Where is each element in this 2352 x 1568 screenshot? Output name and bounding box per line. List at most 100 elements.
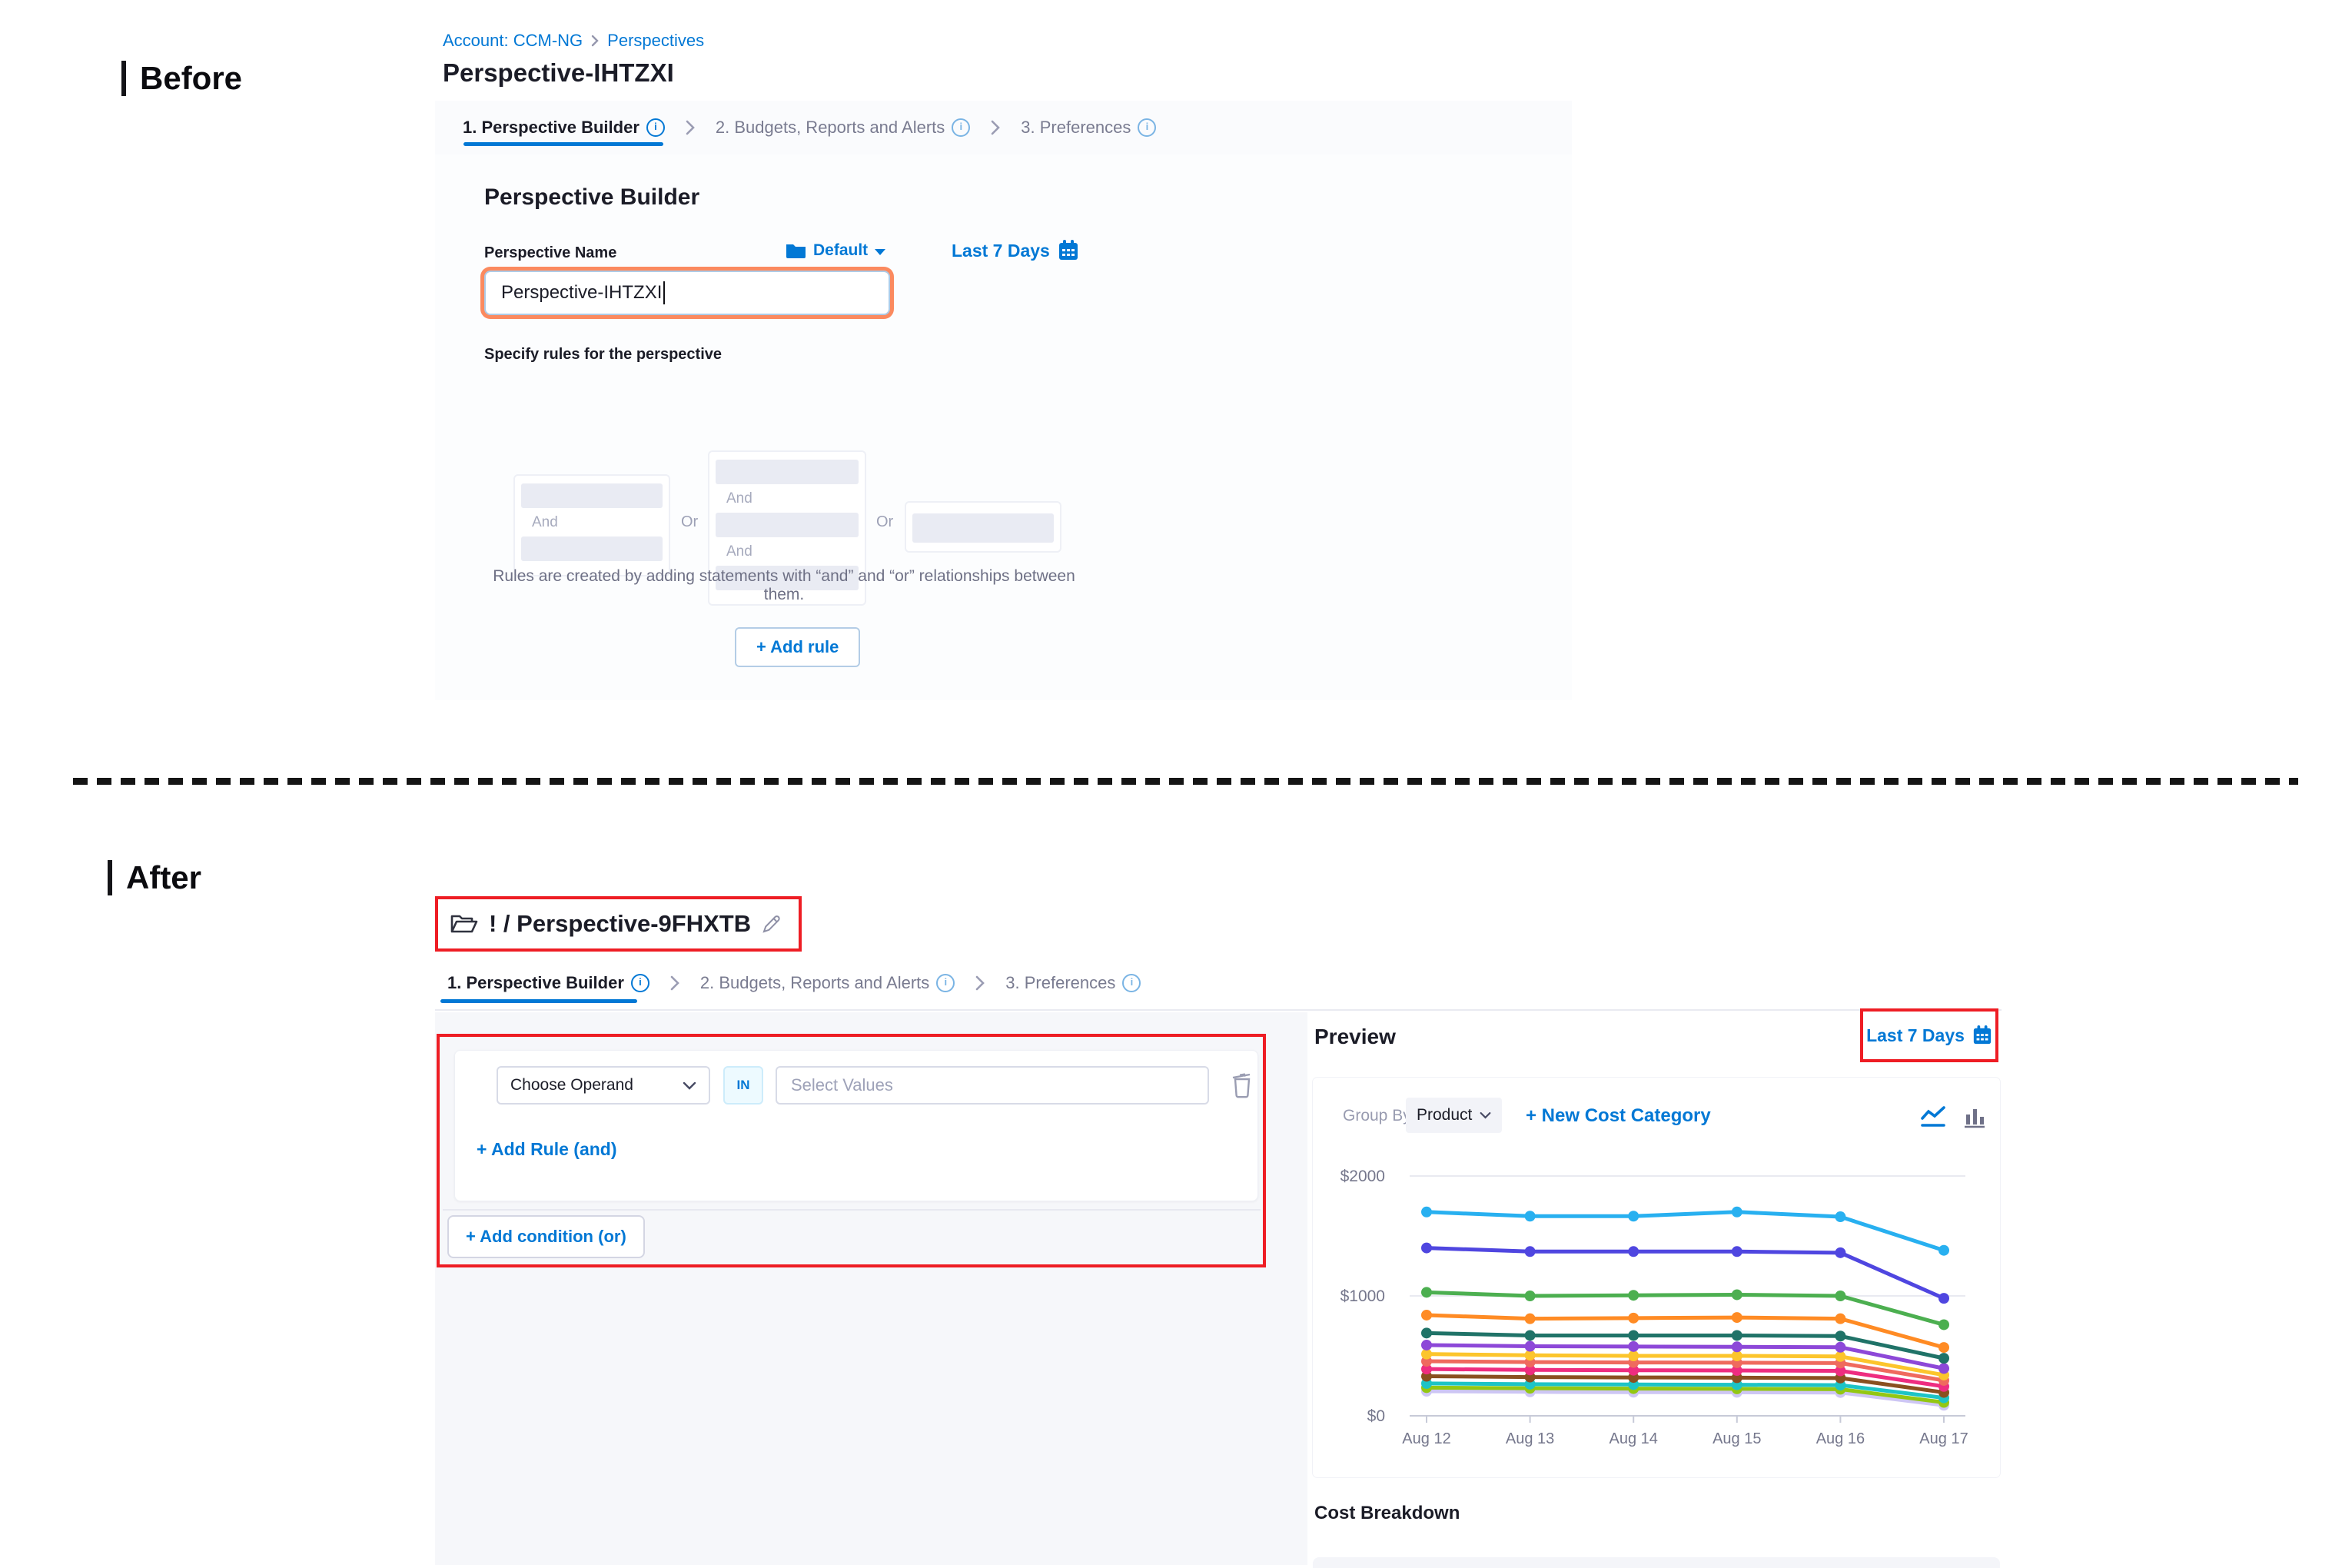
svg-text:Aug 14: Aug 14 bbox=[1610, 1430, 1658, 1447]
placeholder-bar bbox=[521, 537, 663, 561]
operator-chip[interactable]: IN bbox=[723, 1066, 763, 1105]
edit-pencil-icon[interactable] bbox=[762, 914, 782, 934]
new-cost-category-link[interactable]: + New Cost Category bbox=[1526, 1105, 1711, 1127]
folder-open-icon bbox=[450, 913, 478, 935]
tab-label: 3. Preferences bbox=[1021, 118, 1131, 138]
chevron-right-icon bbox=[975, 975, 985, 992]
operand-select[interactable]: Choose Operand bbox=[497, 1066, 710, 1105]
active-tab-underline bbox=[463, 142, 663, 146]
or-label: Or bbox=[681, 513, 698, 531]
chevron-right-icon bbox=[685, 119, 696, 136]
text-caret bbox=[663, 281, 665, 304]
page-title: Perspective-IHTZXI bbox=[443, 58, 674, 88]
svg-text:Aug 13: Aug 13 bbox=[1506, 1430, 1554, 1447]
add-rule-and-link[interactable]: + Add Rule (and) bbox=[477, 1139, 617, 1160]
wizard-tabbar: 1. Perspective Builder 2. Budgets, Repor… bbox=[435, 101, 1572, 154]
tab-label: 1. Perspective Builder bbox=[463, 118, 639, 138]
chevron-right-icon bbox=[669, 975, 680, 992]
and-label: And bbox=[716, 539, 859, 564]
tab-label: 3. Preferences bbox=[1005, 973, 1115, 993]
group-by-label: Group By bbox=[1343, 1107, 1411, 1125]
svg-text:Aug 15: Aug 15 bbox=[1713, 1430, 1761, 1447]
breadcrumb: Account: CCM-NG Perspectives bbox=[443, 31, 704, 51]
info-icon[interactable] bbox=[646, 118, 665, 137]
date-range-annotation-box: Last 7 Days bbox=[1860, 1008, 1998, 1062]
line-chart-icon[interactable] bbox=[1920, 1105, 1946, 1128]
before-section-label: Before bbox=[121, 60, 242, 97]
perspective-name-input-value: Perspective-IHTZXI bbox=[501, 282, 662, 304]
folder-icon bbox=[786, 242, 806, 259]
svg-text:Aug 12: Aug 12 bbox=[1402, 1430, 1450, 1447]
after-perspective-title[interactable]: ! / Perspective-9FHXTB bbox=[489, 910, 751, 938]
tab-preferences[interactable]: 3. Preferences bbox=[1021, 118, 1156, 138]
after-title-annotation-box: ! / Perspective-9FHXTB bbox=[435, 896, 802, 952]
label-bar bbox=[121, 61, 126, 96]
folder-selector[interactable]: Default bbox=[786, 241, 885, 260]
before-date-range-picker[interactable]: Last 7 Days bbox=[952, 240, 1079, 261]
group-by-value: Product bbox=[1417, 1106, 1472, 1125]
tab-preferences[interactable]: 3. Preferences bbox=[1005, 973, 1141, 993]
cost-breakdown-card-top bbox=[1313, 1557, 2000, 1568]
placeholder-bar bbox=[912, 513, 1054, 543]
chevron-down-icon bbox=[683, 1081, 696, 1090]
after-date-range-picker[interactable]: Last 7 Days bbox=[1866, 1025, 1992, 1046]
after-label-text: After bbox=[126, 859, 201, 896]
breadcrumb-separator-icon bbox=[590, 34, 600, 48]
folder-selector-value: Default bbox=[813, 241, 868, 260]
tab-budgets-reports-alerts[interactable]: 2. Budgets, Reports and Alerts bbox=[700, 973, 955, 993]
builder-heading: Perspective Builder bbox=[484, 184, 699, 211]
svg-text:Aug 16: Aug 16 bbox=[1816, 1430, 1865, 1447]
info-icon[interactable] bbox=[631, 974, 649, 992]
rules-placeholder-card bbox=[905, 501, 1061, 553]
perspective-name-input[interactable]: Perspective-IHTZXI bbox=[484, 271, 890, 315]
preview-heading: Preview bbox=[1314, 1025, 1396, 1049]
chevron-down-icon bbox=[1480, 1111, 1491, 1119]
placeholder-bar bbox=[716, 460, 859, 484]
date-range-value: Last 7 Days bbox=[1866, 1025, 1965, 1046]
tab-label: 2. Budgets, Reports and Alerts bbox=[700, 973, 929, 993]
before-after-divider bbox=[73, 778, 2298, 785]
tab-label: 2. Budgets, Reports and Alerts bbox=[716, 118, 945, 138]
preview-line-chart: $0$1000$2000Aug 12Aug 13Aug 14Aug 15Aug … bbox=[1330, 1153, 1991, 1460]
add-condition-or-button[interactable]: + Add condition (or) bbox=[447, 1215, 645, 1258]
date-range-value: Last 7 Days bbox=[952, 241, 1050, 261]
select-values-input[interactable] bbox=[776, 1066, 1209, 1105]
info-icon[interactable] bbox=[936, 974, 955, 992]
after-section-label: After bbox=[108, 859, 201, 896]
delete-rule-trash-icon[interactable] bbox=[1230, 1071, 1254, 1100]
perspective-name-label: Perspective Name bbox=[484, 244, 616, 262]
tab-label: 1. Perspective Builder bbox=[447, 973, 624, 993]
tab-perspective-builder[interactable]: 1. Perspective Builder bbox=[447, 973, 649, 993]
placeholder-bar bbox=[521, 483, 663, 508]
label-bar bbox=[108, 860, 112, 895]
calendar-icon bbox=[1972, 1025, 1992, 1045]
svg-text:$0: $0 bbox=[1367, 1407, 1385, 1425]
group-by-select[interactable]: Product bbox=[1406, 1098, 1502, 1133]
tab-budgets-reports-alerts[interactable]: 2. Budgets, Reports and Alerts bbox=[716, 118, 970, 138]
operand-select-value: Choose Operand bbox=[510, 1076, 633, 1095]
after-wizard-tabbar: 1. Perspective Builder 2. Budgets, Repor… bbox=[435, 957, 2002, 1011]
svg-text:$1000: $1000 bbox=[1340, 1287, 1385, 1305]
tab-perspective-builder[interactable]: 1. Perspective Builder bbox=[463, 118, 665, 138]
before-label-text: Before bbox=[140, 60, 242, 97]
caret-down-icon bbox=[875, 249, 885, 255]
chevron-right-icon bbox=[990, 119, 1001, 136]
breadcrumb-account-link[interactable]: Account: CCM-NG bbox=[443, 31, 583, 51]
svg-text:Aug 17: Aug 17 bbox=[1919, 1430, 1968, 1447]
info-icon[interactable] bbox=[1122, 974, 1141, 992]
breadcrumb-perspectives-link[interactable]: Perspectives bbox=[607, 31, 704, 51]
rules-placeholder-card: And bbox=[513, 474, 670, 576]
bar-chart-icon[interactable] bbox=[1963, 1105, 1986, 1128]
rules-hint-text: Rules are created by adding statements w… bbox=[477, 567, 1091, 604]
info-icon[interactable] bbox=[1138, 118, 1156, 137]
cost-breakdown-heading: Cost Breakdown bbox=[1314, 1503, 1460, 1524]
add-rule-button[interactable]: + Add rule bbox=[735, 627, 860, 667]
info-icon[interactable] bbox=[952, 118, 970, 137]
calendar-icon bbox=[1058, 240, 1079, 261]
rules-heading: Specify rules for the perspective bbox=[484, 346, 722, 364]
and-label: And bbox=[521, 510, 663, 535]
chart-type-toggle bbox=[1920, 1105, 1986, 1128]
or-label: Or bbox=[876, 513, 893, 531]
rules-divider bbox=[443, 1209, 1261, 1211]
screenshot-root: Before Account: CCM-NG Perspectives Pers… bbox=[0, 0, 2352, 1568]
